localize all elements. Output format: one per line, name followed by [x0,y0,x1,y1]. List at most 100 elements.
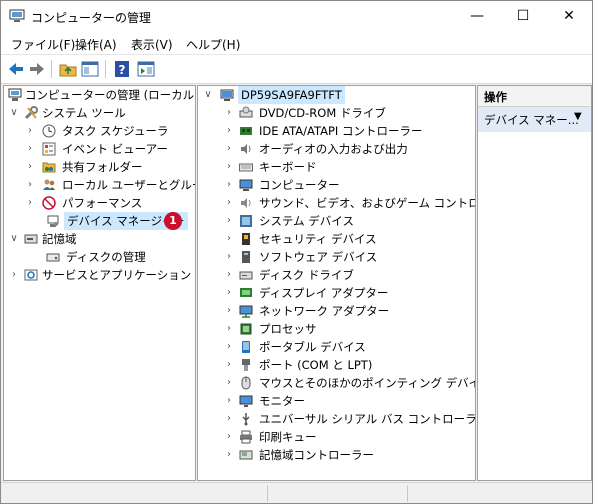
actions-item-device-manager[interactable]: デバイス マネー... ▼ [478,107,591,132]
tree-item-performance[interactable]: › パフォーマンス [4,194,195,212]
device-category-row[interactable]: › プロセッサ [198,320,475,338]
tree-item-label: タスク スケジューラ [62,124,169,138]
up-folder-icon[interactable] [59,60,77,78]
device-category-row[interactable]: › コンピューター [198,176,475,194]
chevron-right-icon[interactable]: › [224,230,234,248]
tree-item-local-users[interactable]: › ローカル ユーザーとグループ [4,176,195,194]
device-category-label: システム デバイス [259,214,354,228]
chevron-right-icon[interactable]: › [224,194,234,212]
chevron-right-icon[interactable]: › [224,266,234,284]
chevron-right-icon[interactable]: › [224,248,234,266]
menu-action[interactable]: 操作(A) [75,36,117,53]
back-arrow-icon[interactable] [7,60,25,78]
tree-item-services-apps[interactable]: › サービスとアプリケーション [4,266,195,284]
tree-item-event-viewer[interactable]: › イベント ビューアー [4,140,195,158]
computer-management-icon [8,88,22,102]
dropdown-arrow-icon[interactable]: ▼ [574,111,582,122]
tree-item-system-tools[interactable]: ∨ システム ツール [4,104,195,122]
close-button[interactable]: ✕ [546,1,592,32]
chevron-right-icon[interactable]: › [224,410,234,428]
dvd-drive-icon [239,106,253,120]
minimize-button[interactable]: — [454,1,500,32]
show-hide-action-pane-icon[interactable] [137,60,155,78]
device-category-label: キーボード [259,160,317,174]
chevron-right-icon[interactable]: › [224,284,234,302]
tree-item-task-scheduler[interactable]: › タスク スケジューラ [4,122,195,140]
device-category-row[interactable]: › 記憶域コントローラー [198,446,475,464]
chevron-right-icon[interactable]: › [224,356,234,374]
menu-help[interactable]: ヘルプ(H) [186,36,240,53]
device-category-row[interactable]: › IDE ATA/ATAPI コントローラー [198,122,475,140]
chevron-right-icon[interactable]: › [224,176,234,194]
chevron-right-icon[interactable]: › [25,176,35,194]
chevron-right-icon[interactable]: › [224,122,234,140]
device-category-label: IDE ATA/ATAPI コントローラー [259,124,423,138]
device-category-label: ディスク ドライブ [259,268,354,282]
chevron-down-icon[interactable]: ∨ [9,230,19,248]
tree-item-shared-folders[interactable]: › 共有フォルダー [4,158,195,176]
chevron-right-icon[interactable]: › [224,338,234,356]
chevron-right-icon[interactable]: › [9,266,19,284]
chevron-right-icon[interactable]: › [224,302,234,320]
chevron-right-icon[interactable]: › [25,158,35,176]
chevron-right-icon[interactable]: › [25,194,35,212]
device-category-row[interactable]: › モニター [198,392,475,410]
tree-item-storage[interactable]: ∨ 記憶域 [4,230,195,248]
tree-item-label: ディスクの管理 [66,250,146,264]
menu-file[interactable]: ファイル(F) [11,36,75,53]
device-category-row[interactable]: › ソフトウェア デバイス [198,248,475,266]
device-category-row[interactable]: › ポータブル デバイス [198,338,475,356]
device-category-label: セキュリティ デバイス [259,232,377,246]
device-category-row[interactable]: › システム デバイス [198,212,475,230]
forward-arrow-icon[interactable] [28,60,46,78]
device-category-row[interactable]: › ユニバーサル シリアル バス コントローラー [198,410,475,428]
chevron-right-icon[interactable]: › [224,374,234,392]
tree-item-label: パフォーマンス [62,196,143,210]
device-category-row[interactable]: › オーディオの入力および出力 [198,140,475,158]
device-category-label: サウンド、ビデオ、およびゲーム コントローラー [259,196,475,210]
show-hide-console-tree-icon[interactable] [81,60,99,78]
tree-item-root[interactable]: コンピューターの管理 (ローカル) [4,86,195,104]
device-category-row[interactable]: › ポート (COM と LPT) [198,356,475,374]
chevron-right-icon[interactable]: › [224,212,234,230]
chevron-right-icon[interactable]: › [224,428,234,446]
device-category-label: ネットワーク アダプター [259,304,390,318]
device-category-row[interactable]: › DVD/CD-ROM ドライブ [198,104,475,122]
svg-text:?: ? [119,63,126,77]
chevron-right-icon[interactable]: › [224,104,234,122]
printer-icon [239,430,253,444]
device-manager-icon [46,214,60,228]
device-category-row[interactable]: › 印刷キュー [198,428,475,446]
device-category-row[interactable]: › キーボード [198,158,475,176]
device-category-label: 記憶域コントローラー [259,448,374,462]
audio-icon [239,142,253,156]
device-root[interactable]: ∨ DP59SA9FA9FTFT [198,86,475,104]
chevron-right-icon[interactable]: › [224,140,234,158]
port-icon [239,358,253,372]
chevron-right-icon[interactable]: › [25,122,35,140]
chevron-down-icon[interactable]: ∨ [9,104,19,122]
chevron-right-icon[interactable]: › [224,158,234,176]
device-category-row[interactable]: › ネットワーク アダプター [198,302,475,320]
maximize-button[interactable]: ☐ [500,1,546,32]
menu-view[interactable]: 表示(V) [131,36,173,53]
tree-item-disk-management[interactable]: ディスクの管理 [4,248,195,266]
device-category-row[interactable]: › セキュリティ デバイス [198,230,475,248]
chevron-down-icon[interactable]: ∨ [203,86,213,104]
status-divider [267,485,268,502]
computer-icon [220,88,234,102]
chevron-right-icon[interactable]: › [224,446,234,464]
chevron-right-icon[interactable]: › [25,140,35,158]
device-category-row[interactable]: › ディスプレイ アダプター [198,284,475,302]
device-category-row[interactable]: › サウンド、ビデオ、およびゲーム コントローラー [198,194,475,212]
event-viewer-icon [42,142,56,156]
storage-icon [24,232,38,246]
help-icon[interactable]: ? [113,60,131,78]
device-category-label: マウスとそのほかのポインティング デバイス [259,376,476,390]
chevron-right-icon[interactable]: › [224,392,234,410]
actions-header-label: 操作 [484,90,507,104]
device-category-row[interactable]: › ディスク ドライブ [198,266,475,284]
device-category-row[interactable]: › マウスとそのほかのポインティング デバイス [198,374,475,392]
chevron-right-icon[interactable]: › [224,320,234,338]
tree-item-device-manager[interactable]: デバイス マネージャー 1 [4,212,195,230]
